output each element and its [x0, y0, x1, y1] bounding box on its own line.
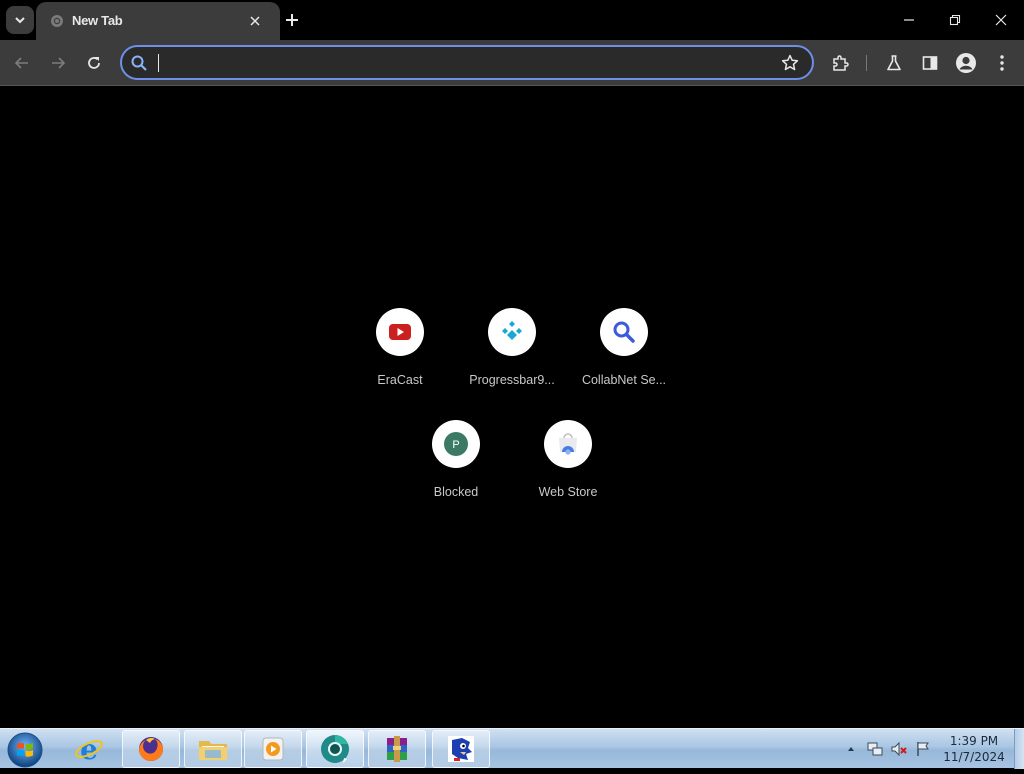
show-hidden-icons-icon[interactable]: [846, 744, 856, 754]
clock-time: 1:39 PM: [949, 734, 999, 748]
progressbar-logo-icon: [502, 321, 522, 340]
tab-close-button[interactable]: [246, 12, 264, 30]
taskbar-file-explorer[interactable]: [184, 730, 242, 768]
browser-toolbar: [0, 40, 1024, 86]
taskbar-winrar[interactable]: [368, 730, 426, 768]
tab-title: New Tab: [72, 13, 123, 28]
labs-button[interactable]: [880, 49, 908, 77]
omnibox-input[interactable]: [156, 52, 776, 74]
extensions-button[interactable]: [826, 49, 854, 77]
action-center-flag-icon[interactable]: [914, 740, 932, 758]
minimize-icon: [904, 19, 914, 21]
shortcut-label: Web Store: [538, 485, 598, 499]
letter-p-icon: P: [444, 432, 468, 456]
star-bookmark-icon[interactable]: [780, 53, 800, 73]
network-icon[interactable]: [866, 740, 884, 758]
tab-search-button[interactable]: [6, 6, 34, 34]
shortcut-tile[interactable]: Web Store: [512, 420, 624, 520]
taskbar-internet-explorer[interactable]: e: [60, 730, 118, 768]
close-window-button[interactable]: [978, 0, 1024, 40]
shortcut-label: EraCast: [377, 373, 423, 387]
close-icon: [995, 14, 1007, 26]
toolbar-divider: [866, 55, 867, 71]
chrome-menu-button[interactable]: [988, 49, 1016, 77]
shortcut-icon-circle: [376, 308, 424, 356]
restore-button[interactable]: [932, 0, 978, 40]
winrar-archive-icon: [387, 736, 407, 762]
side-panel-button[interactable]: [916, 49, 944, 77]
shortcut-icon-circle: [488, 308, 536, 356]
clock-date: 11/7/2024: [943, 750, 1005, 764]
shortcut-label: Blocked: [433, 485, 479, 499]
reload-button[interactable]: [80, 49, 108, 77]
shortcut-icon-circle: P: [432, 420, 480, 468]
browser-teal-icon: [321, 735, 349, 763]
globe-favicon-icon: [51, 15, 63, 27]
arrow-right-icon: [52, 57, 66, 69]
shortcut-tile[interactable]: EraCast: [344, 308, 456, 408]
reload-icon: [88, 57, 100, 69]
flask-icon: [887, 55, 901, 71]
shortcut-icon-circle: [544, 420, 592, 468]
shortcut-icon-circle: [600, 308, 648, 356]
restore-icon: [949, 14, 961, 26]
chevron-down-icon: [15, 17, 25, 24]
media-player-icon: [262, 737, 284, 761]
close-icon: [250, 16, 260, 26]
minimize-button[interactable]: [886, 0, 932, 40]
search-icon: [131, 55, 147, 71]
taskbar-media-player[interactable]: [244, 730, 302, 768]
system-clock[interactable]: 1:39 PM 11/7/2024: [940, 733, 1008, 765]
profile-button[interactable]: [952, 49, 980, 77]
firefox-icon: [139, 737, 163, 761]
taskbar-firefox[interactable]: [122, 730, 180, 768]
taskbar-sonic-game[interactable]: [432, 730, 490, 768]
svg-text:e: e: [80, 734, 98, 764]
puzzle-icon: [833, 55, 849, 71]
arrow-left-icon: [14, 57, 28, 69]
shortcut-tile[interactable]: CollabNet Se...: [568, 308, 680, 408]
svg-text:P: P: [452, 439, 459, 451]
side-panel-icon: [922, 56, 938, 70]
text-caret: [158, 54, 159, 72]
internet-explorer-icon: e: [75, 734, 103, 764]
sonic-game-icon: [448, 736, 474, 762]
shortcut-label: Progressbar9...: [469, 373, 555, 387]
forward-button[interactable]: [44, 49, 72, 77]
windows-start-orb-icon: [7, 732, 43, 768]
taskbar-chrome-canary[interactable]: [306, 730, 364, 768]
magnifier-icon: [613, 321, 635, 343]
shortcut-tile[interactable]: Progressbar9...: [456, 308, 568, 408]
web-store-icon: [559, 433, 577, 455]
shortcut-tile[interactable]: P Blocked: [400, 420, 512, 520]
taskbar: e 1:39 PM 11/7/2024: [0, 728, 1024, 769]
plus-icon: [286, 14, 298, 26]
new-tab-button[interactable]: [280, 8, 304, 32]
tab-strip: New Tab: [0, 0, 1024, 40]
folder-icon: [199, 741, 227, 760]
kebab-menu-icon: [1000, 55, 1004, 71]
volume-muted-icon[interactable]: [890, 740, 908, 758]
youtube-play-icon: [389, 324, 411, 340]
shortcut-label: CollabNet Se...: [581, 373, 667, 387]
tab-new-tab[interactable]: New Tab: [36, 2, 280, 40]
back-button[interactable]: [8, 49, 36, 77]
account-avatar-icon: [956, 53, 976, 73]
show-desktop-button[interactable]: [1014, 729, 1024, 769]
start-button[interactable]: [6, 731, 44, 769]
omnibox[interactable]: [120, 45, 814, 80]
